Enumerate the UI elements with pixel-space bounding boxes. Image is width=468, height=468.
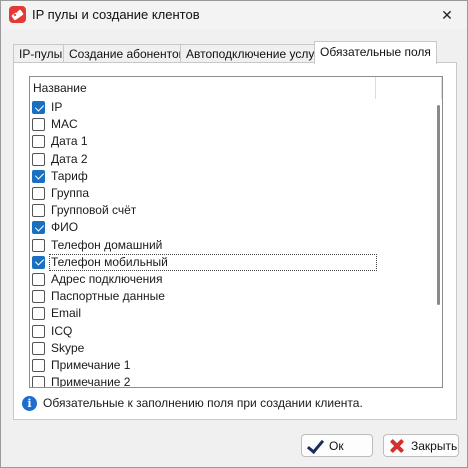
red-x-icon [389, 438, 405, 454]
app-logo-icon [9, 6, 26, 23]
list-item[interactable]: Паспортные данные [30, 288, 376, 305]
list-item-label: ICQ [51, 323, 73, 338]
checkbox-unchecked[interactable] [32, 135, 45, 149]
list-item-label: MAC [51, 117, 78, 132]
list-item[interactable]: Группа [30, 185, 376, 202]
list-item-label: Примечание 1 [51, 357, 131, 372]
title-bar[interactable]: IP пулы и создание клентов ✕ [1, 1, 467, 29]
list-item-label: IP [51, 100, 63, 115]
list-item[interactable]: Email [30, 305, 376, 322]
checkbox-unchecked[interactable] [32, 376, 45, 387]
checkbox-checked[interactable] [32, 255, 45, 269]
checkbox-unchecked[interactable] [32, 307, 45, 321]
checkmark-icon [307, 438, 323, 454]
list-item-label: Телефон домашний [51, 237, 163, 252]
checkbox-checked[interactable] [32, 101, 45, 115]
list-item-label: Телефон мобильный [49, 253, 377, 271]
tab-page-required-fields: Название IP MAC Дата 1 Дата 2 Тариф Группа Гру… [13, 62, 457, 420]
list-item-label: Дата 1 [51, 134, 88, 149]
ok-button[interactable]: Ок [301, 434, 373, 457]
list-item-label: Групповой счёт [51, 203, 137, 218]
list-item-label: Примечание 2 [51, 375, 131, 388]
list-item-label: Группа [51, 186, 90, 201]
list-item[interactable]: ICQ [30, 322, 376, 339]
list-item-label: Адрес подключения [51, 271, 163, 286]
list-item[interactable]: MAC [30, 116, 376, 133]
list-item[interactable]: Адрес подключения [30, 271, 376, 288]
checkbox-unchecked[interactable] [32, 152, 45, 166]
list-item[interactable]: Тариф [30, 168, 376, 185]
info-icon: i [22, 395, 37, 411]
column-header-name[interactable]: Название [30, 77, 376, 99]
list-item[interactable]: Примечание 1 [30, 357, 376, 374]
list-item[interactable]: Дата 1 [30, 133, 376, 150]
window-close-button[interactable]: ✕ [439, 7, 455, 23]
checkbox-checked[interactable] [32, 169, 45, 183]
list-item-label: ФИО [51, 220, 79, 235]
tab-ip-pools[interactable]: IP-пулы [13, 44, 69, 63]
list-item-label: Дата 2 [51, 151, 88, 166]
tab-create-subscribers[interactable]: Создание абонентов [63, 44, 192, 63]
checkbox-unchecked[interactable] [32, 324, 45, 338]
list-item-label: Skype [51, 340, 85, 355]
ok-button-label: Ок [329, 438, 344, 453]
list-item[interactable]: Телефон мобильный [30, 253, 377, 271]
info-text: Обязательные к заполнению поля при созда… [43, 396, 363, 410]
close-button-label: Закрыть [411, 438, 458, 453]
close-button[interactable]: Закрыть [383, 434, 459, 457]
checkbox-unchecked[interactable] [32, 272, 45, 286]
checkbox-unchecked[interactable] [32, 358, 45, 372]
required-fields-list[interactable]: Название IP MAC Дата 1 Дата 2 Тариф Группа Гру… [29, 76, 443, 388]
checkbox-unchecked[interactable] [32, 118, 45, 132]
checkbox-unchecked[interactable] [32, 204, 45, 218]
checkbox-unchecked[interactable] [32, 187, 45, 201]
vertical-scrollbar[interactable] [437, 105, 440, 305]
tab-auto-services[interactable]: Автоподключение услуг [180, 44, 325, 63]
list-rows: IP MAC Дата 1 Дата 2 Тариф Группа Групповой сч… [30, 99, 430, 388]
list-item[interactable]: IP [30, 99, 376, 116]
list-item[interactable]: Групповой счёт [30, 202, 376, 219]
window-title: IP пулы и создание клентов [32, 7, 200, 22]
list-item[interactable]: ФИО [30, 219, 376, 236]
checkbox-unchecked[interactable] [32, 238, 45, 252]
column-header-empty [376, 77, 442, 99]
tab-required-fields[interactable]: Обязательные поля [314, 41, 437, 64]
list-item[interactable]: Skype [30, 340, 376, 357]
list-header: Название [30, 77, 442, 99]
info-bar: i Обязательные к заполнению поля при соз… [22, 394, 363, 412]
list-item[interactable]: Дата 2 [30, 151, 376, 168]
list-item[interactable]: Телефон домашний [30, 237, 376, 254]
checkbox-checked[interactable] [32, 221, 45, 235]
checkbox-unchecked[interactable] [32, 341, 45, 355]
dialog-window: IP пулы и создание клентов ✕ IP-пулы Соз… [0, 0, 468, 468]
checkbox-unchecked[interactable] [32, 290, 45, 304]
list-item-label: Паспортные данные [51, 289, 165, 304]
list-item-label: Email [51, 306, 82, 321]
list-item-label: Тариф [51, 168, 88, 183]
list-item[interactable]: Примечание 2 [30, 374, 376, 388]
